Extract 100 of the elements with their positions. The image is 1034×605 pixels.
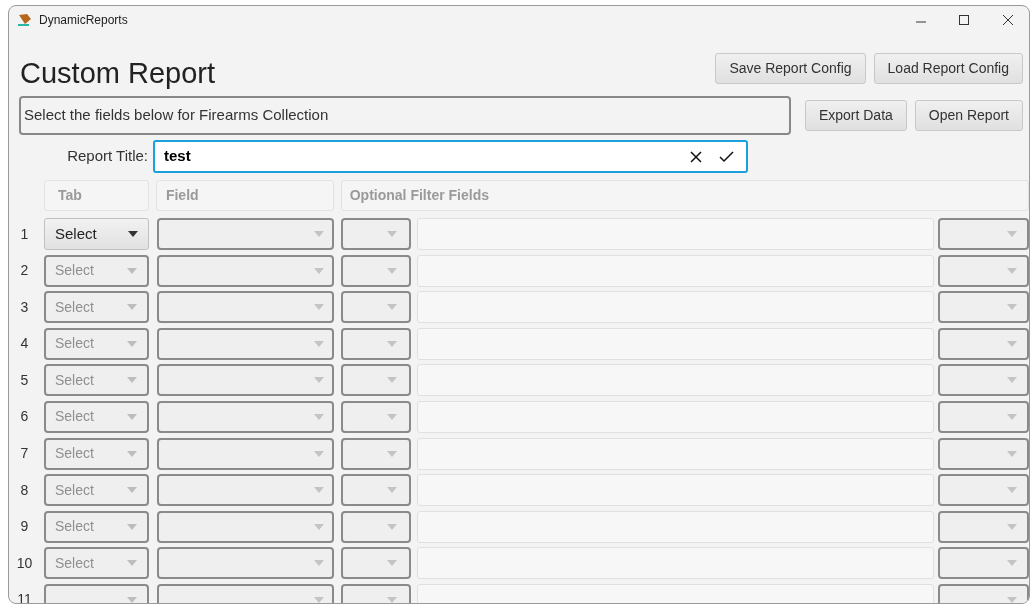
filter-dropdown[interactable] — [341, 254, 411, 287]
caret-icon — [314, 487, 324, 494]
caret-icon — [127, 304, 137, 311]
caret-icon — [1007, 377, 1017, 384]
filter-dropdown[interactable] — [938, 547, 1029, 580]
field-dropdown[interactable] — [157, 327, 334, 360]
filter-dropdown[interactable] — [938, 218, 1029, 250]
caret-icon — [1007, 304, 1017, 311]
caret-icon — [127, 377, 137, 384]
action-button[interactable]: Load Report Config — [873, 53, 1023, 84]
field-dropdown[interactable] — [157, 510, 334, 543]
field-dropdown[interactable] — [157, 364, 334, 397]
caret-icon — [1007, 231, 1017, 237]
row-number: 7 — [19, 444, 30, 464]
caret-icon — [1007, 267, 1017, 274]
field-dropdown[interactable] — [157, 474, 334, 507]
clear-icon[interactable] — [689, 149, 703, 164]
maximize-icon[interactable] — [958, 14, 970, 26]
caret-icon — [314, 267, 324, 274]
caret-icon — [387, 560, 397, 567]
filter-dropdown[interactable] — [341, 327, 411, 360]
caret-icon — [1007, 523, 1017, 530]
field-dropdown[interactable] — [157, 218, 334, 250]
caret-icon — [387, 413, 397, 420]
report-title-label: Report Title: — [66, 146, 148, 167]
caret-icon — [1007, 413, 1017, 420]
caret-icon — [128, 231, 138, 237]
caret-icon — [314, 413, 324, 420]
row-number: 9 — [19, 517, 30, 537]
row-number: 10 — [15, 553, 34, 573]
filter-dropdown[interactable] — [938, 510, 1029, 543]
caret-icon — [387, 523, 397, 530]
field-dropdown[interactable] — [157, 547, 334, 580]
caret-icon — [1007, 487, 1017, 494]
filter-dropdown[interactable] — [938, 364, 1029, 397]
caret-icon — [127, 413, 137, 420]
row-number: 6 — [19, 407, 30, 427]
checkmark-icon[interactable] — [719, 149, 734, 164]
report-title-field[interactable]: test — [153, 140, 748, 173]
caret-icon — [127, 340, 137, 347]
caret-icon — [387, 267, 397, 274]
field-dropdown[interactable] — [157, 254, 334, 287]
caret-icon — [314, 596, 324, 603]
row-number: 5 — [19, 370, 30, 390]
filter-dropdown[interactable] — [938, 437, 1029, 470]
filter-dropdown[interactable] — [341, 364, 411, 397]
caret-icon — [314, 523, 324, 530]
filter-dropdown[interactable] — [341, 218, 411, 250]
caret-icon — [387, 596, 397, 603]
caret-icon — [314, 377, 324, 384]
caret-icon — [127, 523, 137, 530]
filter-dropdown[interactable] — [938, 327, 1029, 360]
window-title: DynamicReports — [39, 12, 128, 29]
row-number: 8 — [19, 480, 30, 500]
action-button[interactable]: Open Report — [914, 99, 1023, 131]
caret-icon — [314, 231, 324, 237]
filter-dropdown[interactable] — [938, 400, 1029, 433]
row-number: 4 — [19, 334, 30, 354]
filter-dropdown[interactable] — [341, 437, 411, 470]
row-number: 3 — [19, 297, 30, 317]
caret-icon — [387, 304, 397, 311]
action-button[interactable]: Export Data — [804, 99, 907, 131]
caret-icon — [314, 304, 324, 311]
filter-dropdown[interactable] — [938, 474, 1029, 507]
caret-icon — [387, 450, 397, 457]
caret-icon — [314, 450, 324, 457]
filter-dropdown[interactable] — [341, 510, 411, 543]
filter-dropdown[interactable] — [341, 474, 411, 507]
field-dropdown[interactable] — [157, 437, 334, 470]
tab-dropdown[interactable]: Select — [44, 218, 149, 250]
caret-icon — [387, 231, 397, 237]
page-heading: Custom Report — [20, 59, 215, 88]
column-header: Tab — [44, 180, 149, 211]
field-dropdown[interactable] — [157, 400, 334, 433]
close-icon[interactable] — [1002, 14, 1014, 26]
app-icon — [17, 13, 33, 27]
caret-icon — [127, 267, 137, 274]
caret-icon — [314, 560, 324, 567]
caret-icon — [1007, 596, 1017, 603]
caret-icon — [387, 487, 397, 494]
caret-icon — [127, 487, 137, 494]
field-dropdown[interactable] — [157, 291, 334, 324]
filter-dropdown[interactable] — [341, 291, 411, 324]
caret-icon — [127, 596, 137, 603]
caret-icon — [1007, 560, 1017, 567]
filter-dropdown[interactable] — [938, 254, 1029, 287]
caret-icon — [387, 377, 397, 384]
column-header: Optional Filter Fields — [340, 180, 1029, 211]
action-button[interactable]: Save Report Config — [715, 53, 866, 84]
filter-dropdown[interactable] — [341, 547, 411, 580]
caret-icon — [1007, 450, 1017, 457]
filter-dropdown[interactable] — [341, 400, 411, 433]
caret-icon — [127, 560, 137, 567]
caret-icon — [387, 340, 397, 347]
caret-icon — [314, 340, 324, 347]
column-header: Field — [155, 180, 334, 211]
filter-dropdown[interactable] — [938, 291, 1029, 324]
instructions-label: Select the fields below for Firearms Collection — [19, 95, 791, 135]
caret-icon — [127, 450, 137, 457]
row-number: 2 — [19, 261, 30, 281]
